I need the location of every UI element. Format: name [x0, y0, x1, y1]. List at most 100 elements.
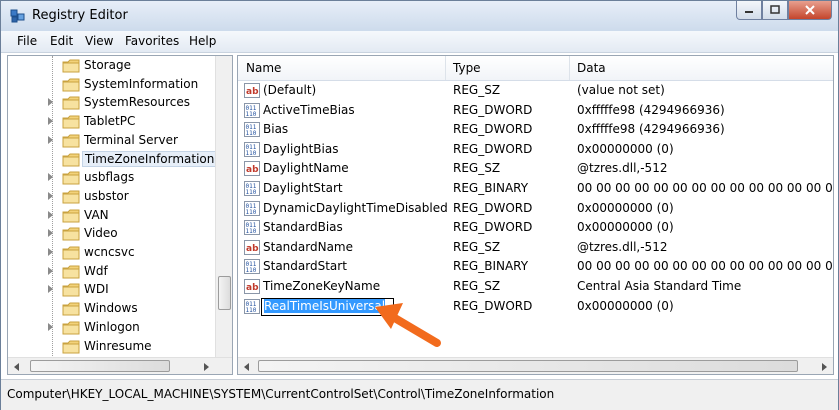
column-separator[interactable]	[569, 56, 570, 80]
tree-hscroll-thumb[interactable]	[30, 360, 170, 372]
column-header-name[interactable]: Name	[246, 61, 281, 75]
tree-item[interactable]: Storage	[8, 56, 215, 75]
value-row[interactable]: ab StandardName REG_SZ @tzres.dll,-512	[238, 238, 833, 257]
column-separator[interactable]	[445, 56, 446, 80]
tree-item[interactable]: Winlogon	[8, 318, 215, 337]
value-row[interactable]: 011 110 DaylightStart REG_BINARY 00 00 00 00…	[238, 179, 833, 198]
values-scroll-right-button[interactable]	[815, 358, 832, 374]
values-scroll-left-button[interactable]	[238, 358, 255, 374]
tree-item[interactable]: Wdf	[8, 262, 215, 281]
tree-item[interactable]: usbstor	[8, 187, 215, 206]
value-row[interactable]: 011 110 ActiveTimeBias REG_DWORD 0xfffffe98 …	[238, 101, 833, 120]
tree-item[interactable]: WDI	[8, 280, 215, 299]
value-data: @tzres.dll,-512	[577, 161, 668, 176]
tree-item[interactable]: SystemInformation	[8, 75, 215, 94]
menu-help[interactable]: Help	[189, 34, 216, 48]
tree-item-label: TimeZoneInformation	[82, 150, 218, 167]
values-horizontal-scrollbar[interactable]	[238, 357, 833, 374]
expand-arrow-icon[interactable]	[48, 266, 53, 275]
menu-file[interactable]: File	[17, 34, 37, 48]
value-row[interactable]: 011 110 Bias REG_DWORD 0xfffffe98 (429496693…	[238, 120, 833, 139]
tree-item[interactable]: VAN	[8, 206, 215, 225]
expand-arrow-icon[interactable]	[48, 191, 53, 200]
binary-value-icon: 011110	[244, 259, 260, 275]
value-type: REG_DWORD	[453, 122, 533, 137]
expand-arrow-icon[interactable]	[48, 98, 53, 107]
string-value-icon: ab	[244, 83, 260, 98]
binary-value-icon: 011110	[244, 102, 260, 118]
close-button[interactable]	[788, 1, 832, 20]
value-row[interactable]: ab TimeZoneKeyName REG_SZ Central Asia Stan…	[238, 277, 833, 296]
maximize-button[interactable]	[762, 1, 788, 20]
svg-text:110: 110	[246, 189, 257, 196]
value-row[interactable]: ab DaylightName REG_SZ @tzres.dll,-512	[238, 159, 833, 178]
tree-item-label: Winresume	[84, 338, 152, 353]
value-type: REG_SZ	[453, 83, 501, 97]
value-name: Bias	[263, 122, 289, 137]
right-arrow-icon	[203, 362, 209, 371]
tree-item-label: Windows	[84, 301, 138, 316]
expand-arrow-icon[interactable]	[48, 285, 53, 294]
expand-arrow-icon[interactable]	[48, 229, 53, 238]
values-list-pane[interactable]: Name Type Data ab (Default) REG_SZ (value n…	[237, 55, 834, 375]
folder-icon	[62, 59, 80, 73]
value-name: TimeZoneKeyName	[263, 279, 381, 293]
expand-arrow-icon[interactable]	[48, 135, 53, 144]
value-row[interactable]: 011 110 StandardBias REG_DWORD 0x00000000 (0…	[238, 218, 833, 237]
value-name: StandardName	[263, 239, 353, 254]
status-bar: Computer\HKEY_LOCAL_MACHINE\SYSTEM\Curre…	[1, 379, 838, 410]
value-row[interactable]: 011 110 DaylightBias REG_DWORD 0x00000000 (0…	[238, 140, 833, 159]
column-header-data[interactable]: Data	[577, 61, 606, 75]
column-header-type[interactable]: Type	[453, 61, 481, 75]
expand-arrow-icon[interactable]	[48, 117, 53, 126]
values-hscroll-thumb[interactable]	[258, 360, 798, 372]
tree-item[interactable]: Winresume	[8, 337, 215, 356]
folder-icon	[62, 134, 80, 148]
tree-item[interactable]: Video	[8, 224, 215, 243]
close-icon	[805, 5, 815, 15]
minimize-button[interactable]	[736, 1, 762, 20]
window-title: Registry Editor	[32, 8, 128, 23]
menu-favorites[interactable]: Favorites	[125, 34, 179, 48]
value-row[interactable]: ab (Default) REG_SZ (value not set)	[238, 81, 833, 100]
tree-horizontal-scrollbar[interactable]	[8, 357, 232, 374]
expand-arrow-icon[interactable]	[48, 322, 53, 331]
annotation-arrow-icon	[375, 303, 441, 347]
minimize-icon	[745, 11, 753, 13]
tree-item[interactable]: SystemResources	[8, 93, 215, 112]
svg-text:ab: ab	[246, 87, 259, 97]
value-row[interactable]: 011 110 RealTimeIsUniversal REG_DWORD 0x0000…	[238, 297, 833, 316]
menu-edit[interactable]: Edit	[50, 34, 73, 48]
tree-item-label: wcncsvc	[84, 245, 135, 259]
value-name[interactable]: RealTimeIsUniversal	[264, 298, 386, 313]
svg-text:110: 110	[246, 209, 257, 216]
expand-arrow-icon[interactable]	[48, 173, 53, 182]
expand-arrow-icon[interactable]	[48, 210, 53, 219]
value-data: 0x00000000 (0)	[577, 200, 674, 215]
tree-vscroll-thumb[interactable]	[218, 276, 231, 310]
menu-view[interactable]: View	[85, 34, 113, 48]
tree-scroll-right-button[interactable]	[197, 358, 214, 374]
tree-scroll-left-button[interactable]	[8, 358, 25, 374]
tree-vertical-scrollbar[interactable]	[215, 56, 232, 357]
tree-item[interactable]: wcncsvc	[8, 243, 215, 262]
tree-item-label: VAN	[84, 207, 109, 222]
folder-icon	[62, 227, 80, 241]
left-arrow-icon	[243, 362, 249, 371]
value-row[interactable]: 011 110 DynamicDaylightTimeDisabled REG_DWO…	[238, 199, 833, 218]
tree-item-label: TabletPC	[84, 114, 136, 129]
key-tree-pane[interactable]: Storage SystemInformation SystemResources T…	[7, 55, 233, 375]
value-row[interactable]: 011 110 StandardStart REG_BINARY 00 00 00 00…	[238, 257, 833, 276]
value-data: 0xfffffe98 (4294966936)	[577, 122, 725, 137]
tree-item[interactable]: Windows	[8, 299, 215, 318]
tree-item[interactable]: usbflags	[8, 168, 215, 187]
expand-arrow-icon[interactable]	[48, 248, 53, 256]
tree-item[interactable]: Terminal Server	[8, 131, 215, 150]
title-bar[interactable]: Registry Editor	[1, 1, 838, 31]
tree-item[interactable]: TabletPC	[8, 112, 215, 131]
tree-item[interactable]: TimeZoneInformation	[8, 150, 218, 169]
tree-item-label: SystemInformation	[84, 76, 199, 91]
value-data: Central Asia Standard Time	[577, 279, 742, 293]
string-value-icon: ab	[244, 161, 260, 177]
tree-item-label: Storage	[84, 58, 131, 72]
